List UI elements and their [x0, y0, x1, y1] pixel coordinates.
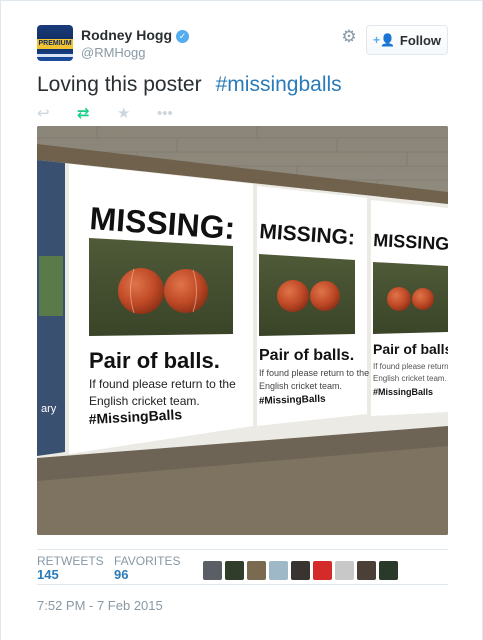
favoriter-avatar[interactable]	[291, 561, 310, 580]
poster-1: MISSING: Pair of balls. If found please …	[69, 164, 253, 454]
tweet-text-body: Loving this poster	[37, 73, 202, 96]
reply-icon[interactable]: ↩	[37, 104, 77, 122]
poster-3-ball-left	[387, 287, 411, 311]
author-handle[interactable]: @RMHogg	[81, 45, 146, 60]
poster-1-ball-left	[118, 268, 164, 314]
author-name-text[interactable]: Rodney Hogg	[81, 27, 172, 43]
favoriter-avatar[interactable]	[247, 561, 266, 580]
favoriter-avatar[interactable]	[379, 561, 398, 580]
poster-2-line1: If found please return to the	[259, 368, 369, 378]
favorites-count: 96	[114, 567, 129, 582]
author-name[interactable]: Rodney Hogg ✓	[81, 27, 189, 43]
add-user-icon: +👤	[372, 33, 395, 47]
poster-1-subhead: Pair of balls.	[89, 348, 220, 373]
poster-2-tag: #MissingBalls	[259, 394, 326, 407]
favoriter-avatar[interactable]	[225, 561, 244, 580]
poster-3-tag: #MissingBalls	[373, 387, 433, 397]
follow-label: Follow	[399, 32, 442, 48]
poster-photo-svg: ary MISSING: Pair of balls. If found ple…	[37, 126, 448, 535]
poster-2-subhead: Pair of balls.	[259, 347, 354, 364]
retweet-icon[interactable]: ⇄	[77, 104, 117, 122]
poster-2-line2: English cricket team.	[259, 381, 342, 391]
avatar-stripe	[37, 54, 73, 57]
retweets-stat[interactable]: RETWEETS 145	[37, 554, 104, 582]
poster-2-ball-left	[277, 280, 309, 312]
poster-3-subhead: Pair of balls.	[373, 341, 448, 357]
poster-1-line1: If found please return to the	[89, 377, 236, 391]
tweet-text: Loving this poster #missingballs	[37, 73, 342, 97]
avatar[interactable]: PREMIUM	[37, 25, 73, 61]
avatar-label: PREMIUM	[37, 39, 73, 49]
gear-icon[interactable]: ⚙	[339, 27, 359, 47]
tweet-actions: ↩ ⇄ ★ •••	[37, 104, 197, 123]
favorites-label: FAVORITES	[114, 554, 181, 568]
more-icon[interactable]: •••	[157, 105, 197, 122]
tweet-timestamp[interactable]: 7:52 PM - 7 Feb 2015	[37, 598, 163, 613]
favorites-stat[interactable]: FAVORITES 96	[114, 554, 180, 582]
favoriter-avatar[interactable]	[203, 561, 222, 580]
poster-2-ball-right	[310, 281, 340, 311]
favoriter-avatars	[203, 561, 398, 580]
left-poster-grass	[39, 256, 63, 316]
tweet-card: PREMIUM Rodney Hogg ✓ @RMHogg ⚙ +👤 Follow…	[0, 0, 483, 640]
favoriter-avatar[interactable]	[313, 561, 332, 580]
hashtag-link[interactable]: #missingballs	[216, 73, 342, 96]
poster-2: MISSING: Pair of balls. If found please …	[257, 186, 369, 426]
favoriter-avatar[interactable]	[357, 561, 376, 580]
poster-3-line2: English cricket team.	[373, 374, 447, 383]
left-poster-text: ary	[41, 403, 57, 415]
retweets-label: RETWEETS	[37, 554, 104, 568]
star-icon[interactable]: ★	[117, 104, 157, 122]
verified-check-icon: ✓	[176, 30, 189, 43]
favoriter-avatar[interactable]	[269, 561, 288, 580]
favoriter-avatar[interactable]	[335, 561, 354, 580]
poster-3: MISSING: Pair of balls. If found please …	[371, 200, 448, 416]
tweet-stats: RETWEETS 145 FAVORITES 96	[37, 549, 448, 585]
poster-1-line2: English cricket team.	[89, 394, 200, 408]
poster-3-line1: If found please return to the	[373, 362, 448, 371]
tweet-photo[interactable]: ary MISSING: Pair of balls. If found ple…	[37, 126, 448, 535]
poster-1-ball-right	[164, 269, 208, 313]
follow-button[interactable]: +👤 Follow	[366, 25, 448, 55]
retweets-count: 145	[37, 567, 59, 582]
poster-3-ball-right	[412, 288, 434, 310]
